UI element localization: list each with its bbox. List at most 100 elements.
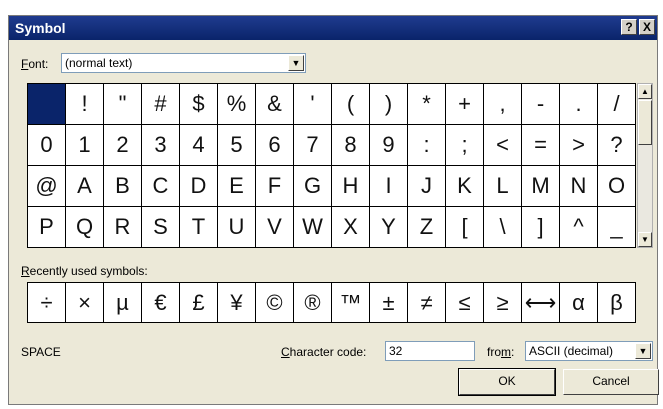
symbol-cell[interactable]: M xyxy=(522,166,560,207)
symbol-cell[interactable]: ( xyxy=(332,84,370,125)
recent-symbol-cell[interactable]: © xyxy=(256,283,294,323)
recent-symbol-cell[interactable]: ≥ xyxy=(484,283,522,323)
scroll-thumb[interactable] xyxy=(638,100,652,145)
recent-symbol-cell[interactable]: ± xyxy=(370,283,408,323)
from-value: ASCII (decimal) xyxy=(529,344,614,358)
symbol-cell[interactable]: < xyxy=(484,125,522,166)
symbol-cell[interactable]: 4 xyxy=(180,125,218,166)
symbol-cell[interactable]: Z xyxy=(408,207,446,248)
symbol-cell[interactable]: 1 xyxy=(66,125,104,166)
symbol-cell[interactable]: P xyxy=(28,207,66,248)
symbol-cell[interactable]: K xyxy=(446,166,484,207)
recent-symbol-cell[interactable]: µ xyxy=(104,283,142,323)
symbol-cell[interactable]: L xyxy=(484,166,522,207)
symbol-cell[interactable]: T xyxy=(180,207,218,248)
symbol-cell[interactable]: , xyxy=(484,84,522,125)
symbol-cell[interactable]: ; xyxy=(446,125,484,166)
symbol-cell[interactable]: O xyxy=(598,166,636,207)
font-label: Font: xyxy=(21,57,49,71)
scroll-down-icon[interactable]: ▼ xyxy=(638,232,652,247)
symbol-cell[interactable]: # xyxy=(142,84,180,125)
from-select[interactable]: ASCII (decimal) ▼ xyxy=(525,341,653,361)
recent-symbol-cell[interactable]: α xyxy=(560,283,598,323)
symbol-cell[interactable]: 2 xyxy=(104,125,142,166)
symbol-cell[interactable]: U xyxy=(218,207,256,248)
font-select[interactable]: (normal text) ▼ xyxy=(61,53,306,73)
symbol-cell[interactable]: & xyxy=(256,84,294,125)
symbol-cell[interactable]: ) xyxy=(370,84,408,125)
recent-symbol-cell[interactable]: ¥ xyxy=(218,283,256,323)
recent-symbol-cell[interactable]: ≤ xyxy=(446,283,484,323)
symbol-cell[interactable]: % xyxy=(218,84,256,125)
symbol-cell[interactable]: - xyxy=(522,84,560,125)
symbol-cell[interactable]: _ xyxy=(598,207,636,248)
symbol-cell[interactable]: W xyxy=(294,207,332,248)
recent-symbol-cell[interactable]: ≠ xyxy=(408,283,446,323)
symbol-cell[interactable]: I xyxy=(370,166,408,207)
symbol-cell[interactable]: V xyxy=(256,207,294,248)
symbol-cell[interactable]: J xyxy=(408,166,446,207)
symbol-cell[interactable]: \ xyxy=(484,207,522,248)
symbol-cell[interactable]: ! xyxy=(66,84,104,125)
symbol-cell[interactable] xyxy=(28,84,66,125)
chevron-down-icon[interactable]: ▼ xyxy=(288,55,304,71)
symbol-cell[interactable]: 8 xyxy=(332,125,370,166)
recent-symbol-cell[interactable]: ® xyxy=(294,283,332,323)
symbol-cell[interactable]: N xyxy=(560,166,598,207)
symbol-cell[interactable]: = xyxy=(522,125,560,166)
character-code-input[interactable]: 32 xyxy=(385,341,475,361)
symbol-scrollbar[interactable]: ▲ ▼ xyxy=(637,83,653,248)
recent-symbol-cell[interactable]: β xyxy=(598,283,636,323)
scroll-up-icon[interactable]: ▲ xyxy=(638,84,652,99)
chevron-down-icon[interactable]: ▼ xyxy=(635,343,651,359)
dialog-title: Symbol xyxy=(15,20,66,36)
symbol-cell[interactable]: C xyxy=(142,166,180,207)
symbol-cell[interactable]: X xyxy=(332,207,370,248)
symbol-cell[interactable]: > xyxy=(560,125,598,166)
recent-symbol-cell[interactable]: × xyxy=(66,283,104,323)
recent-symbol-cell[interactable]: € xyxy=(142,283,180,323)
symbol-cell[interactable]: ' xyxy=(294,84,332,125)
symbol-cell[interactable]: R xyxy=(104,207,142,248)
recent-symbol-cell[interactable]: ÷ xyxy=(28,283,66,323)
symbol-cell[interactable]: . xyxy=(560,84,598,125)
symbol-cell[interactable]: $ xyxy=(180,84,218,125)
symbol-cell[interactable]: 5 xyxy=(218,125,256,166)
symbol-cell[interactable]: * xyxy=(408,84,446,125)
symbol-cell[interactable]: Y xyxy=(370,207,408,248)
symbol-cell[interactable]: " xyxy=(104,84,142,125)
recent-symbol-cell[interactable]: ⟷ xyxy=(522,283,560,323)
symbol-cell[interactable]: @ xyxy=(28,166,66,207)
symbol-cell[interactable]: A xyxy=(66,166,104,207)
symbol-cell[interactable]: 3 xyxy=(142,125,180,166)
symbol-cell[interactable]: H xyxy=(332,166,370,207)
symbol-cell[interactable]: ? xyxy=(598,125,636,166)
recent-symbol-cell[interactable]: ™ xyxy=(332,283,370,323)
symbol-cell[interactable]: G xyxy=(294,166,332,207)
symbol-cell[interactable]: E xyxy=(218,166,256,207)
symbol-cell[interactable]: D xyxy=(180,166,218,207)
symbol-cell[interactable]: 7 xyxy=(294,125,332,166)
symbol-cell[interactable]: 0 xyxy=(28,125,66,166)
symbol-cell[interactable]: S xyxy=(142,207,180,248)
recent-symbol-cell[interactable]: £ xyxy=(180,283,218,323)
symbol-cell[interactable]: B xyxy=(104,166,142,207)
symbol-cell[interactable]: Q xyxy=(66,207,104,248)
symbol-cell[interactable]: 9 xyxy=(370,125,408,166)
symbol-cell[interactable]: ] xyxy=(522,207,560,248)
close-button[interactable]: X xyxy=(639,19,655,35)
title-bar[interactable]: Symbol ? X xyxy=(9,16,657,40)
symbol-grid: ! " # $% & '() * +, -./ 0 1 2 3 4 5 6 7 8 9:; < = >? @ A B C D E F G H… xyxy=(27,83,636,248)
symbol-cell[interactable]: : xyxy=(408,125,446,166)
symbol-cell[interactable]: F xyxy=(256,166,294,207)
symbol-cell[interactable]: ^ xyxy=(560,207,598,248)
ok-button[interactable]: OK xyxy=(458,368,556,396)
symbol-cell[interactable]: [ xyxy=(446,207,484,248)
help-button[interactable]: ? xyxy=(621,19,637,35)
symbol-cell[interactable]: / xyxy=(598,84,636,125)
symbol-cell[interactable]: 6 xyxy=(256,125,294,166)
symbol-cell[interactable]: + xyxy=(446,84,484,125)
symbol-dialog: Symbol ? X Font: (normal text) ▼ ! " # $% & '… xyxy=(8,15,659,405)
cancel-button[interactable]: Cancel xyxy=(563,369,659,395)
character-code-label: Character code: xyxy=(281,345,367,359)
